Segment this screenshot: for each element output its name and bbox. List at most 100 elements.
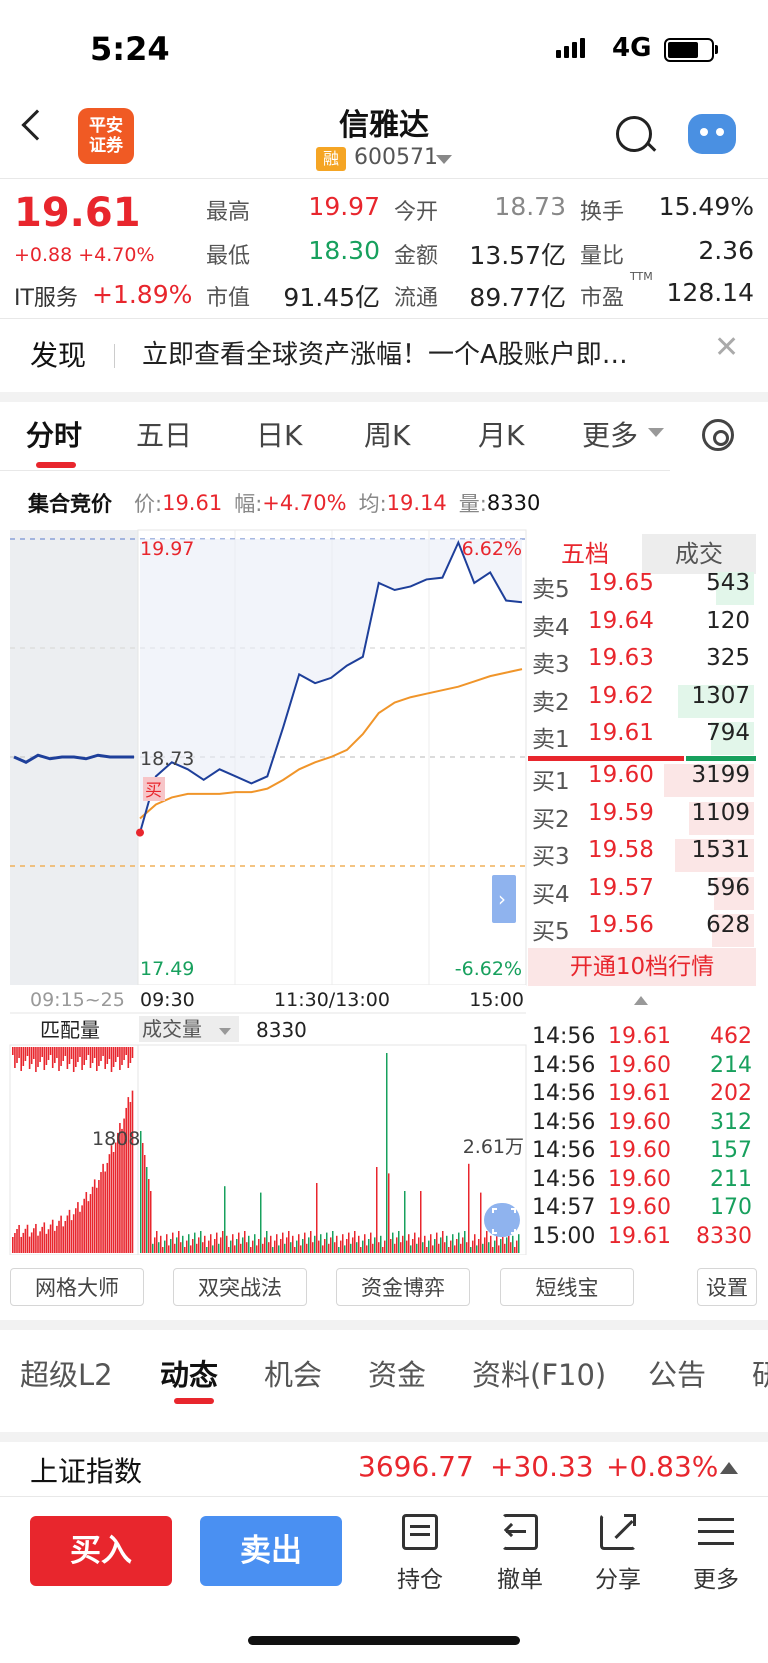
tab-daily-k[interactable]: 日K: [256, 414, 302, 454]
volume-bar: [412, 1239, 414, 1253]
tool-settings[interactable]: 设置: [697, 1268, 757, 1306]
intraday-chart[interactable]: 买 19.97 6.62% 18.73 17.49 -6.62% › 09:15…: [0, 525, 528, 1255]
volume-bar: [152, 1243, 154, 1253]
volume-bar: [236, 1239, 238, 1253]
pre-unmatched-bar: [96, 1047, 98, 1071]
quote-value-pe: 128.14: [666, 278, 754, 307]
volume-bar: [498, 1245, 500, 1253]
pre-unmatched-bar: [49, 1047, 52, 1055]
quote-label: 市盈: [580, 286, 625, 311]
volume-bar: [514, 1247, 516, 1253]
volume-bar: [184, 1247, 186, 1253]
pre-unmatched-bar: [18, 1047, 20, 1058]
pre-unmatched-bar: [14, 1047, 16, 1068]
index-name[interactable]: 上证指数: [30, 1450, 142, 1490]
section-gap: [0, 1432, 768, 1442]
order-book-row[interactable]: 买4 19.57 596: [528, 875, 754, 912]
order-book-row[interactable]: 买1 19.60 3199: [528, 762, 754, 799]
pre-unmatched-bar: [62, 1047, 64, 1061]
tab-intraday[interactable]: 分时: [26, 414, 82, 454]
pre-unmatched-bar: [100, 1047, 102, 1061]
volume-bar: [460, 1243, 462, 1253]
tab-weekly-k[interactable]: 周K: [364, 414, 410, 454]
discover-banner-text[interactable]: 立即查看全球资产涨幅！一个A股账户即…: [142, 334, 702, 371]
quote-value-market-cap: 91.45亿: [283, 283, 380, 312]
tab-monthly-k[interactable]: 月K: [478, 414, 524, 454]
tool-short-term[interactable]: 短线宝: [500, 1268, 634, 1306]
tab-research[interactable]: 研: [752, 1352, 768, 1394]
volume-bar: [260, 1192, 262, 1253]
assistant-robot-icon[interactable]: [688, 114, 736, 154]
volume-max-label: 2.61万: [463, 1136, 524, 1158]
pre-unmatched-bar: [112, 1047, 115, 1067]
share-icon: [598, 1512, 638, 1552]
order-book-row[interactable]: 买5 19.56 628: [528, 912, 754, 949]
status-time: 5:24: [90, 30, 170, 68]
order-book-row[interactable]: 卖2 19.62 1307: [528, 683, 754, 720]
chevron-up-icon[interactable]: [720, 1462, 738, 1474]
pre-volume-bar: [112, 1151, 115, 1253]
order-book-row[interactable]: 卖5 19.65 543: [528, 570, 754, 607]
tool-grid-master[interactable]: 网格大师: [10, 1268, 144, 1306]
trade-row: 14:57 19.60 170: [530, 1195, 752, 1223]
tab-f10[interactable]: 资料(F10): [472, 1352, 606, 1394]
close-icon[interactable]: ✕: [714, 330, 739, 365]
volume-bar: [312, 1242, 314, 1253]
quote-value-amount: 13.57亿: [469, 241, 566, 270]
sector-name[interactable]: IT服务: [14, 280, 78, 312]
volume-bar: [162, 1247, 164, 1253]
volume-bar: [338, 1247, 340, 1253]
nav-more[interactable]: 更多: [676, 1512, 756, 1594]
tab-five-day[interactable]: 五日: [136, 414, 192, 454]
tab-more[interactable]: 更多: [582, 414, 638, 454]
order-book-row[interactable]: 买3 19.58 1531: [528, 837, 754, 874]
nav-cancel-order[interactable]: 撤单: [480, 1512, 560, 1594]
y-label-prev-close: 18.73: [140, 748, 194, 770]
tab-capital[interactable]: 资金: [368, 1352, 426, 1394]
tab-announcements[interactable]: 公告: [648, 1352, 706, 1394]
volume-bar: [440, 1237, 442, 1253]
order-book-row[interactable]: 买2 19.59 1109: [528, 800, 754, 837]
chevron-down-icon[interactable]: [436, 155, 452, 164]
pre-volume-bar: [26, 1224, 29, 1253]
pre-volume-bar: [66, 1215, 69, 1253]
level-volume: 628: [706, 912, 750, 938]
order-book-row[interactable]: 卖3 19.63 325: [528, 645, 754, 682]
sell-button[interactable]: 卖出: [200, 1516, 342, 1586]
chevron-down-icon[interactable]: [648, 428, 664, 437]
volume-bar: [422, 1242, 424, 1253]
pre-volume-bar: [47, 1229, 50, 1253]
tool-double-breakout[interactable]: 双突战法: [173, 1268, 307, 1306]
volume-bar: [196, 1243, 198, 1253]
tab-feed[interactable]: 动态: [160, 1352, 218, 1394]
volume-bar: [248, 1235, 250, 1253]
nav-holdings[interactable]: 持仓: [380, 1512, 460, 1594]
pre-unmatched-bar: [26, 1047, 29, 1056]
pre-volume-bar: [41, 1226, 43, 1253]
volume-bar: [252, 1240, 254, 1253]
sector-change[interactable]: +1.89%: [92, 280, 192, 309]
level-price: 19.62: [588, 682, 654, 709]
nav-share[interactable]: 分享: [578, 1512, 658, 1594]
trade-time: 14:56: [532, 1024, 596, 1049]
stock-code[interactable]: 600571: [354, 145, 438, 170]
search-icon[interactable]: [616, 116, 652, 152]
trade-volume: 202: [710, 1081, 752, 1106]
chevron-up-icon[interactable]: [634, 996, 648, 1005]
pre-unmatched-bar: [54, 1047, 56, 1063]
tab-opportunity[interactable]: 机会: [264, 1352, 322, 1394]
tab-order-levels[interactable]: 五档: [528, 534, 642, 574]
gear-icon[interactable]: [702, 419, 734, 451]
tool-capital-game[interactable]: 资金博弈: [336, 1268, 470, 1306]
robot-eye: [700, 128, 708, 136]
tab-super-l2[interactable]: 超级L2: [20, 1352, 113, 1394]
order-book-row[interactable]: 卖1 19.61 794: [528, 720, 754, 757]
buy-button[interactable]: 买入: [30, 1516, 172, 1586]
volume-bar: [286, 1237, 288, 1253]
order-book-row[interactable]: 卖4 19.64 120: [528, 608, 754, 645]
index-value: 3696.77: [358, 1450, 474, 1483]
volume-bar: [250, 1247, 252, 1253]
tab-trades[interactable]: 成交: [642, 534, 756, 574]
pre-volume-bar: [24, 1228, 27, 1253]
upgrade-10-levels[interactable]: 开通10档行情: [528, 948, 756, 986]
